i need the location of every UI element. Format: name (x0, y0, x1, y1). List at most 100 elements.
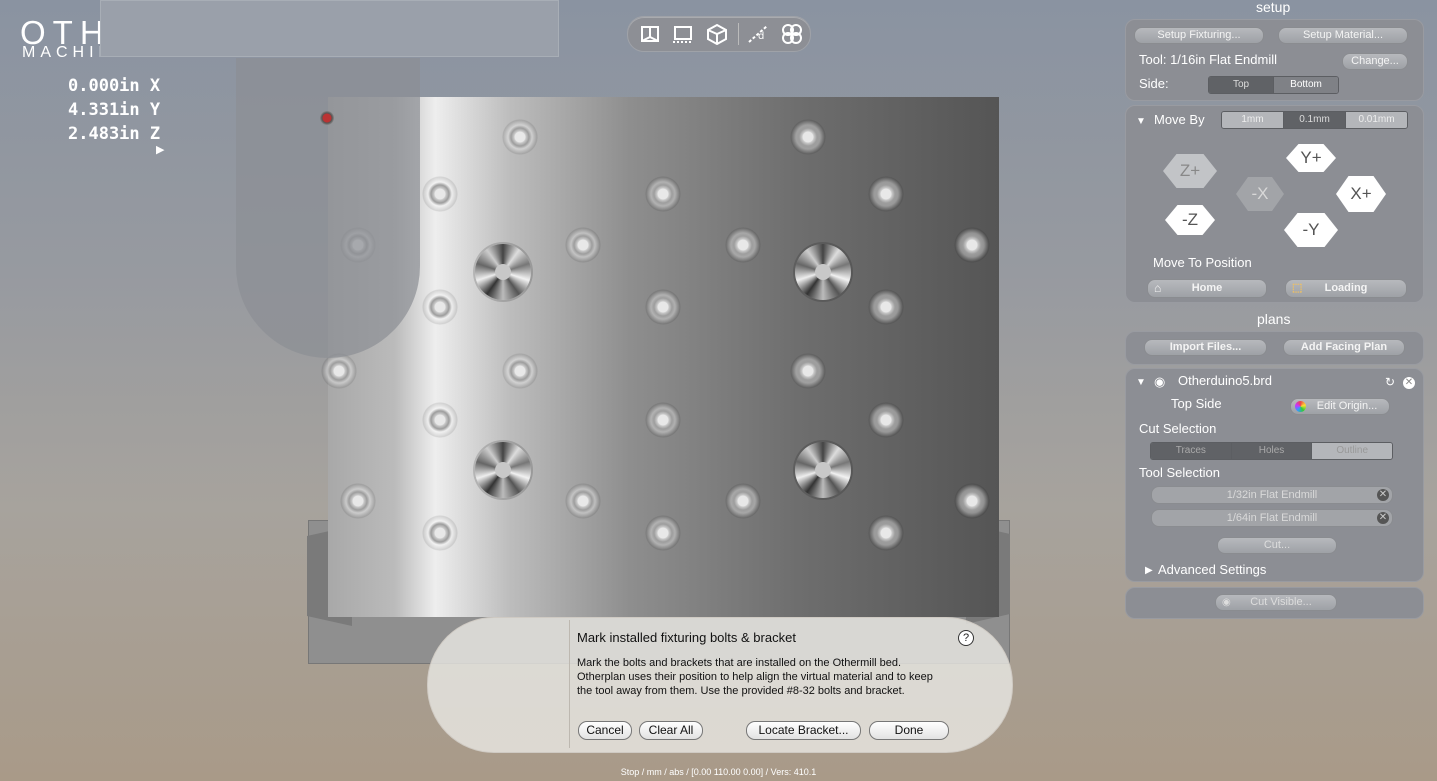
plan-side-label: Top Side (1171, 396, 1222, 411)
tool-selection-label: Tool Selection (1139, 465, 1220, 480)
tool-2-label: 1/64in Flat Endmill (1226, 512, 1318, 524)
top-view-icon[interactable] (671, 23, 695, 45)
cut-holes-option[interactable]: Holes (1231, 443, 1313, 459)
side-label: Side: (1139, 76, 1169, 91)
bolt-hole[interactable] (502, 119, 538, 155)
change-tool-button[interactable]: Change... (1342, 53, 1408, 70)
edit-origin-button[interactable]: Edit Origin... (1290, 398, 1390, 415)
home-button[interactable]: ⌂ Home (1147, 279, 1267, 298)
remove-tool-1-icon[interactable]: ✕ (1377, 489, 1389, 501)
add-facing-plan-button[interactable]: Add Facing Plan (1283, 339, 1405, 356)
bolt-hole[interactable] (790, 119, 826, 155)
measure-icon[interactable]: d (746, 23, 770, 45)
step-1mm-option[interactable]: 1mm (1222, 112, 1284, 128)
eye-icon: ◉ (1222, 597, 1231, 608)
dialog-title: Mark installed fixturing bolts & bracket (577, 630, 796, 645)
setup-material-button[interactable]: Setup Material... (1278, 27, 1408, 44)
bolt-hole[interactable] (340, 483, 376, 519)
side-top-option[interactable]: Top (1209, 77, 1274, 93)
coord-y: 4.331in Y (68, 100, 161, 120)
side-toggle: Top Bottom (1208, 76, 1339, 94)
visibility-eye-icon[interactable]: ◉ (1154, 374, 1165, 390)
bolt-hole[interactable] (565, 227, 601, 263)
counterbore (795, 244, 851, 300)
tool-position-marker (320, 111, 334, 125)
book-view-icon[interactable] (638, 23, 662, 45)
side-bottom-option[interactable]: Bottom (1274, 77, 1338, 93)
bolt-hole[interactable] (868, 515, 904, 551)
bolt-hole[interactable] (645, 289, 681, 325)
close-plan-icon[interactable]: ✕ (1403, 377, 1415, 389)
bolt-hole[interactable] (422, 289, 458, 325)
reload-icon[interactable]: ↻ (1385, 375, 1395, 389)
bolt-hole[interactable] (645, 176, 681, 212)
cut-visible-label: Cut Visible... (1250, 596, 1312, 608)
home-icon: ⌂ (1154, 281, 1162, 295)
plan-file-name: Otherduino5.brd (1178, 373, 1272, 388)
3d-view-icon[interactable] (705, 23, 729, 46)
svg-text:d: d (758, 31, 764, 42)
bolt-hole[interactable] (422, 402, 458, 438)
bolt-hole[interactable] (502, 353, 538, 389)
setup-fixturing-button[interactable]: Setup Fixturing... (1134, 27, 1264, 44)
cut-selection-label: Cut Selection (1139, 421, 1217, 436)
help-icon[interactable]: ? (958, 630, 974, 646)
step-0-1mm-option[interactable]: 0.1mm (1284, 112, 1346, 128)
bolt-hole[interactable] (868, 176, 904, 212)
clear-all-button[interactable]: Clear All (639, 721, 703, 740)
counterbore (475, 442, 531, 498)
step-size-toggle: 1mm 0.1mm 0.01mm (1221, 111, 1408, 129)
bolt-hole[interactable] (954, 483, 990, 519)
bolt-hole[interactable] (954, 227, 990, 263)
bolt-hole[interactable] (790, 353, 826, 389)
counterbore (795, 442, 851, 498)
spindle-shadow (236, 58, 420, 358)
bolt-hole[interactable] (645, 515, 681, 551)
expand-advanced-icon[interactable]: ▶ (1145, 565, 1153, 576)
coord-z: 2.483in Z (68, 124, 161, 144)
advanced-settings-label[interactable]: Advanced Settings (1158, 562, 1266, 577)
remove-tool-2-icon[interactable]: ✕ (1377, 512, 1389, 524)
setup-section-title: setup (1256, 0, 1291, 15)
tool-label: Tool: 1/16in Flat Endmill (1139, 52, 1278, 67)
import-files-button[interactable]: Import Files... (1144, 339, 1267, 356)
collapse-plan-icon[interactable]: ▼ (1136, 377, 1146, 388)
bolt-hole[interactable] (422, 515, 458, 551)
cut-traces-option[interactable]: Traces (1151, 443, 1232, 459)
view-toolbar: d (627, 16, 811, 52)
tool-row-2[interactable]: 1/64in Flat Endmill (1151, 509, 1393, 527)
tool-row-1[interactable]: 1/32in Flat Endmill (1151, 486, 1393, 504)
cut-selection-toggle: Traces Holes Outline (1150, 442, 1393, 460)
cut-button[interactable]: Cut... (1217, 537, 1337, 554)
loading-button[interactable]: ⬚ Loading (1285, 279, 1407, 298)
done-button[interactable]: Done (869, 721, 949, 740)
bolt-hole[interactable] (868, 289, 904, 325)
dialog-body: Mark the bolts and brackets that are ins… (577, 657, 933, 697)
collapse-move-icon[interactable]: ▼ (1136, 116, 1146, 127)
coords-expand-icon[interactable]: ▶ (156, 143, 164, 156)
dialog-divider (569, 620, 570, 748)
bolt-hole[interactable] (422, 176, 458, 212)
bolt-hole[interactable] (725, 227, 761, 263)
cut-visible-button[interactable]: ◉ Cut Visible... (1215, 594, 1337, 611)
plans-section-title: plans (1257, 311, 1291, 327)
bolt-fixture-icon[interactable] (780, 23, 804, 45)
counterbore (475, 244, 531, 300)
bed-plate[interactable] (321, 97, 999, 617)
move-to-position-label: Move To Position (1153, 255, 1252, 270)
coord-x: 0.000in X (68, 76, 161, 96)
edit-origin-label: Edit Origin... (1316, 400, 1378, 412)
bolt-hole[interactable] (565, 483, 601, 519)
bolt-hole[interactable] (868, 402, 904, 438)
locate-bracket-button[interactable]: Locate Bracket... (746, 721, 861, 740)
status-bar: Stop / mm / abs / [0.00 110.00 0.00] / V… (620, 767, 817, 777)
background-panel (100, 0, 559, 57)
cancel-button[interactable]: Cancel (578, 721, 632, 740)
bolt-hole[interactable] (725, 483, 761, 519)
cut-outline-option[interactable]: Outline (1312, 443, 1392, 459)
home-label: Home (1191, 282, 1223, 294)
bolt-hole[interactable] (645, 402, 681, 438)
bolt-hole[interactable] (321, 353, 357, 389)
step-0-01mm-option[interactable]: 0.01mm (1346, 112, 1407, 128)
color-wheel-icon (1295, 401, 1306, 412)
